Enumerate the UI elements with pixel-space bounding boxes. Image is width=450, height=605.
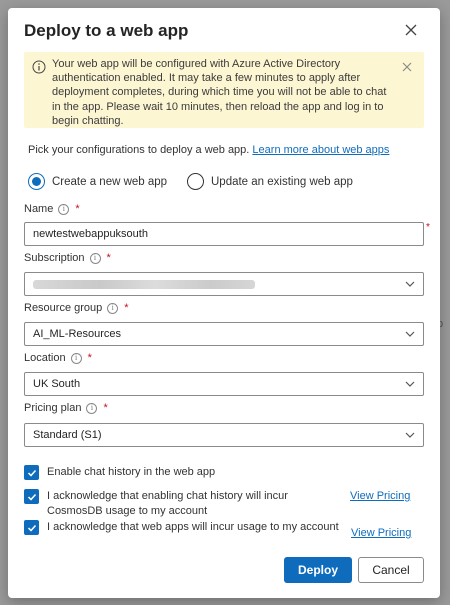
chevron-down-icon [405, 281, 415, 287]
required-marker: * [103, 402, 108, 414]
name-label: Name i * [24, 203, 80, 215]
cosmosdb-ack-label: I acknowledge that enabling chat history… [47, 490, 288, 517]
view-pricing-link-webapp[interactable]: View Pricing [351, 527, 411, 539]
pricing-plan-value: Standard (S1) [33, 429, 102, 441]
chevron-down-icon [405, 331, 415, 337]
chevron-down-icon [405, 381, 415, 387]
info-icon[interactable]: i [86, 402, 98, 414]
location-label: Location i * [24, 352, 92, 364]
chat-history-label: Enable chat history in the web app [47, 466, 216, 478]
location-dropdown[interactable]: UK South [24, 372, 424, 396]
webapp-usage-checkbox[interactable] [24, 520, 39, 535]
info-icon[interactable]: i [107, 302, 119, 314]
subscription-dropdown[interactable] [24, 272, 424, 296]
location-label-text: Location [24, 352, 66, 364]
name-input[interactable]: newtestwebappuksouth [24, 222, 424, 246]
subscription-label-text: Subscription [24, 252, 85, 264]
learn-more-link[interactable]: Learn more about web apps [252, 144, 389, 156]
radio-update-existing[interactable]: Update an existing web app [187, 173, 353, 190]
view-pricing-link-cosmosdb[interactable]: View Pricing [350, 490, 410, 502]
redacted-subscription-value [33, 279, 255, 289]
chevron-down-icon [405, 432, 415, 438]
dialog-title: Deploy to a web app [24, 21, 189, 40]
chat-history-checkbox[interactable] [24, 465, 39, 480]
checkmark-icon [27, 524, 36, 532]
info-icon[interactable]: i [70, 352, 82, 364]
location-value: UK South [33, 378, 81, 390]
resource-group-label-text: Resource group [24, 302, 103, 314]
deploy-button[interactable]: Deploy [284, 557, 352, 583]
intro-label: Pick your configurations to deploy a web… [28, 144, 250, 156]
dialog-close-button[interactable] [400, 19, 422, 41]
webapp-usage-label: I acknowledge that web apps will incur u… [47, 521, 339, 533]
required-marker: * [75, 203, 80, 215]
close-icon [405, 24, 417, 36]
checkmark-icon [27, 493, 36, 501]
checkbox-row-cosmosdb: I acknowledge that enabling chat history… [24, 489, 324, 519]
info-icon[interactable]: i [89, 252, 101, 264]
intro-text: Pick your configurations to deploy a web… [28, 144, 389, 156]
banner-close-icon[interactable] [400, 60, 414, 74]
subscription-label: Subscription i * [24, 252, 111, 264]
radio-label-create: Create a new web app [52, 175, 168, 188]
required-marker: * [124, 302, 129, 314]
checkmark-icon [27, 469, 36, 477]
checkbox-row-webapp-usage: I acknowledge that web apps will incur u… [24, 520, 354, 535]
radio-create-new[interactable]: Create a new web app [28, 173, 167, 190]
radio-button-unchecked[interactable] [187, 173, 204, 190]
pricing-plan-label: Pricing plan i * [24, 402, 108, 414]
required-marker: * [87, 352, 92, 364]
radio-label-update: Update an existing web app [211, 175, 353, 188]
banner-message: Your web app will be configured with Azu… [52, 58, 387, 127]
resource-group-value: AI_ML-Resources [33, 328, 122, 340]
pricing-plan-label-text: Pricing plan [24, 402, 82, 414]
info-banner: Your web app will be configured with Azu… [24, 52, 424, 128]
radio-button-checked[interactable] [28, 173, 45, 190]
resource-group-dropdown[interactable]: AI_ML-Resources [24, 322, 424, 346]
pricing-plan-dropdown[interactable]: Standard (S1) [24, 423, 424, 447]
deploy-dialog: Deploy to a web app Your web app will be… [8, 8, 440, 598]
info-icon [32, 60, 46, 74]
required-marker-outer: * [426, 222, 430, 233]
cancel-button[interactable]: Cancel [358, 557, 424, 583]
cosmosdb-ack-checkbox[interactable] [24, 489, 39, 504]
required-marker: * [106, 252, 111, 264]
resource-group-label: Resource group i * [24, 302, 129, 314]
info-icon[interactable]: i [58, 203, 70, 215]
checkbox-row-chat-history: Enable chat history in the web app [24, 465, 324, 480]
name-input-value: newtestwebappuksouth [33, 228, 148, 240]
name-label-text: Name [24, 203, 54, 215]
